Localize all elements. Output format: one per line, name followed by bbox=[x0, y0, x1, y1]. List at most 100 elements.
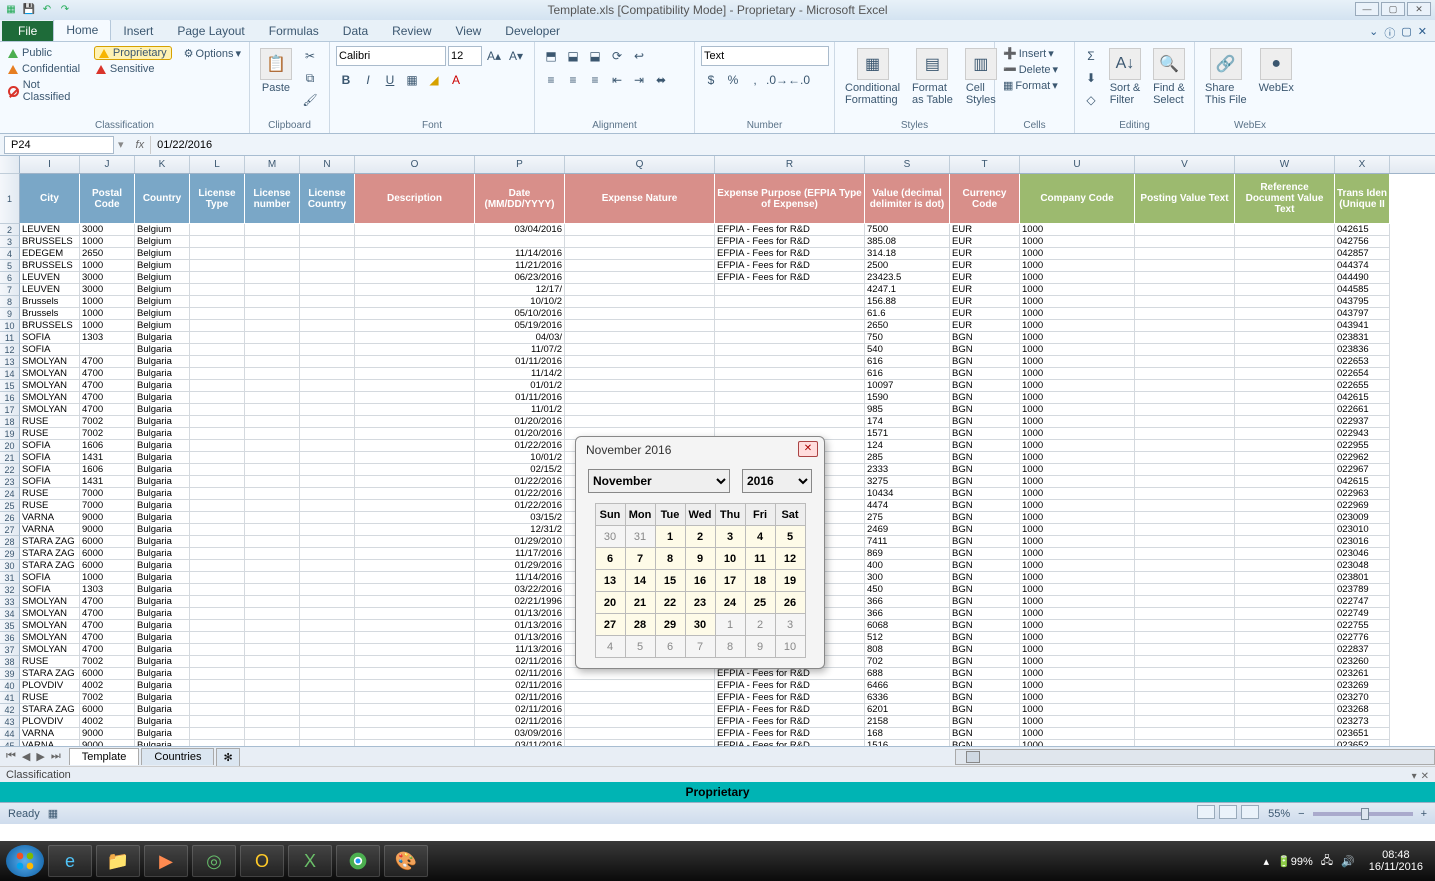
cell[interactable]: 4700 bbox=[80, 356, 135, 368]
cell[interactable]: 03/11/2016 bbox=[475, 740, 565, 746]
cell[interactable] bbox=[355, 728, 475, 740]
row-header[interactable]: 24 bbox=[0, 488, 20, 500]
cell[interactable]: 4474 bbox=[865, 500, 950, 512]
cell[interactable]: EDEGEM bbox=[20, 248, 80, 260]
table-header-purpose[interactable]: Expense Purpose (EFPIA Type of Expense) bbox=[715, 174, 865, 224]
find-select-button[interactable]: 🔍Find & Select bbox=[1149, 46, 1189, 108]
cell[interactable]: 9000 bbox=[80, 740, 135, 746]
cell[interactable]: 02/15/2 bbox=[475, 464, 565, 476]
taskbar-media[interactable]: ▶ bbox=[144, 845, 188, 877]
cell[interactable] bbox=[245, 584, 300, 596]
cell[interactable] bbox=[355, 416, 475, 428]
cell[interactable] bbox=[300, 356, 355, 368]
datepicker-day[interactable]: 30 bbox=[595, 526, 625, 548]
cell[interactable]: 1000 bbox=[1020, 404, 1135, 416]
cell[interactable] bbox=[715, 404, 865, 416]
cell[interactable] bbox=[355, 608, 475, 620]
cell[interactable]: BGN bbox=[950, 512, 1020, 524]
column-header-P[interactable]: P bbox=[475, 156, 565, 173]
cell[interactable] bbox=[300, 716, 355, 728]
cell[interactable] bbox=[190, 500, 245, 512]
cell[interactable]: 61.6 bbox=[865, 308, 950, 320]
cell[interactable]: 1000 bbox=[1020, 704, 1135, 716]
cell[interactable]: 10/01/2 bbox=[475, 452, 565, 464]
datepicker-day[interactable]: 11 bbox=[745, 548, 775, 570]
column-header-U[interactable]: U bbox=[1020, 156, 1135, 173]
cell[interactable] bbox=[300, 620, 355, 632]
cell[interactable]: EUR bbox=[950, 296, 1020, 308]
tray-battery[interactable]: 🔋99% bbox=[1277, 855, 1313, 868]
cell[interactable]: EUR bbox=[950, 308, 1020, 320]
cell[interactable] bbox=[190, 644, 245, 656]
cell[interactable] bbox=[300, 416, 355, 428]
cell[interactable] bbox=[245, 308, 300, 320]
column-header-J[interactable]: J bbox=[80, 156, 135, 173]
cell[interactable] bbox=[300, 584, 355, 596]
cell[interactable] bbox=[565, 692, 715, 704]
cell[interactable] bbox=[190, 584, 245, 596]
cell[interactable] bbox=[1135, 644, 1235, 656]
cell[interactable] bbox=[1235, 620, 1335, 632]
row-header[interactable]: 14 bbox=[0, 368, 20, 380]
cell[interactable]: 285 bbox=[865, 452, 950, 464]
cell[interactable] bbox=[475, 236, 565, 248]
cell[interactable]: BGN bbox=[950, 680, 1020, 692]
view-normal-button[interactable] bbox=[1197, 805, 1215, 819]
cell[interactable] bbox=[300, 524, 355, 536]
cell[interactable]: BGN bbox=[950, 380, 1020, 392]
cell[interactable]: Bulgaria bbox=[135, 368, 190, 380]
row-header[interactable]: 25 bbox=[0, 500, 20, 512]
cell[interactable]: 702 bbox=[865, 656, 950, 668]
cell[interactable] bbox=[1135, 308, 1235, 320]
cell[interactable]: 042857 bbox=[1335, 248, 1390, 260]
cell[interactable] bbox=[245, 428, 300, 440]
cell[interactable]: 1000 bbox=[1020, 572, 1135, 584]
cell[interactable]: 02/11/2016 bbox=[475, 716, 565, 728]
cell[interactable]: 1000 bbox=[1020, 692, 1135, 704]
datepicker-day[interactable]: 12 bbox=[775, 548, 805, 570]
cell[interactable] bbox=[245, 668, 300, 680]
autosum-icon[interactable]: Σ bbox=[1081, 46, 1101, 66]
cell[interactable]: 023010 bbox=[1335, 524, 1390, 536]
table-header-company[interactable]: Company Code bbox=[1020, 174, 1135, 224]
cell[interactable]: 023016 bbox=[1335, 536, 1390, 548]
cell[interactable] bbox=[1135, 524, 1235, 536]
cell[interactable] bbox=[245, 356, 300, 368]
cell[interactable]: 4700 bbox=[80, 368, 135, 380]
border-button[interactable]: ▦ bbox=[402, 70, 422, 90]
cell[interactable] bbox=[300, 740, 355, 746]
column-header-W[interactable]: W bbox=[1235, 156, 1335, 173]
cell[interactable]: 4700 bbox=[80, 380, 135, 392]
cell[interactable]: 022967 bbox=[1335, 464, 1390, 476]
share-file-button[interactable]: 🔗Share This File bbox=[1201, 46, 1251, 108]
ribbon-tab-home[interactable]: Home bbox=[53, 19, 111, 41]
cell[interactable]: 385.08 bbox=[865, 236, 950, 248]
cell[interactable] bbox=[300, 284, 355, 296]
cell[interactable]: 3000 bbox=[80, 272, 135, 284]
cell[interactable] bbox=[715, 320, 865, 332]
cell[interactable] bbox=[1135, 620, 1235, 632]
cell[interactable]: BGN bbox=[950, 404, 1020, 416]
datepicker-day[interactable]: 1 bbox=[655, 526, 685, 548]
cell[interactable] bbox=[355, 680, 475, 692]
table-header-currency[interactable]: Currency Code bbox=[950, 174, 1020, 224]
cell[interactable]: SOFIA bbox=[20, 344, 80, 356]
indent-dec-icon[interactable]: ⇤ bbox=[607, 70, 627, 90]
cell[interactable] bbox=[565, 248, 715, 260]
cell[interactable] bbox=[565, 308, 715, 320]
column-header-X[interactable]: X bbox=[1335, 156, 1390, 173]
cell[interactable]: 300 bbox=[865, 572, 950, 584]
datepicker-day[interactable]: 2 bbox=[685, 526, 715, 548]
datepicker-day[interactable]: 4 bbox=[595, 636, 625, 658]
cell[interactable]: 1606 bbox=[80, 464, 135, 476]
cell[interactable]: 022955 bbox=[1335, 440, 1390, 452]
cell[interactable] bbox=[1135, 224, 1235, 236]
cell[interactable]: 1000 bbox=[1020, 740, 1135, 746]
cell[interactable] bbox=[190, 512, 245, 524]
cell[interactable]: 1000 bbox=[1020, 368, 1135, 380]
datepicker-day[interactable]: 6 bbox=[595, 548, 625, 570]
cell[interactable] bbox=[1235, 716, 1335, 728]
cell[interactable] bbox=[245, 656, 300, 668]
cell[interactable]: BGN bbox=[950, 656, 1020, 668]
cell[interactable] bbox=[190, 704, 245, 716]
